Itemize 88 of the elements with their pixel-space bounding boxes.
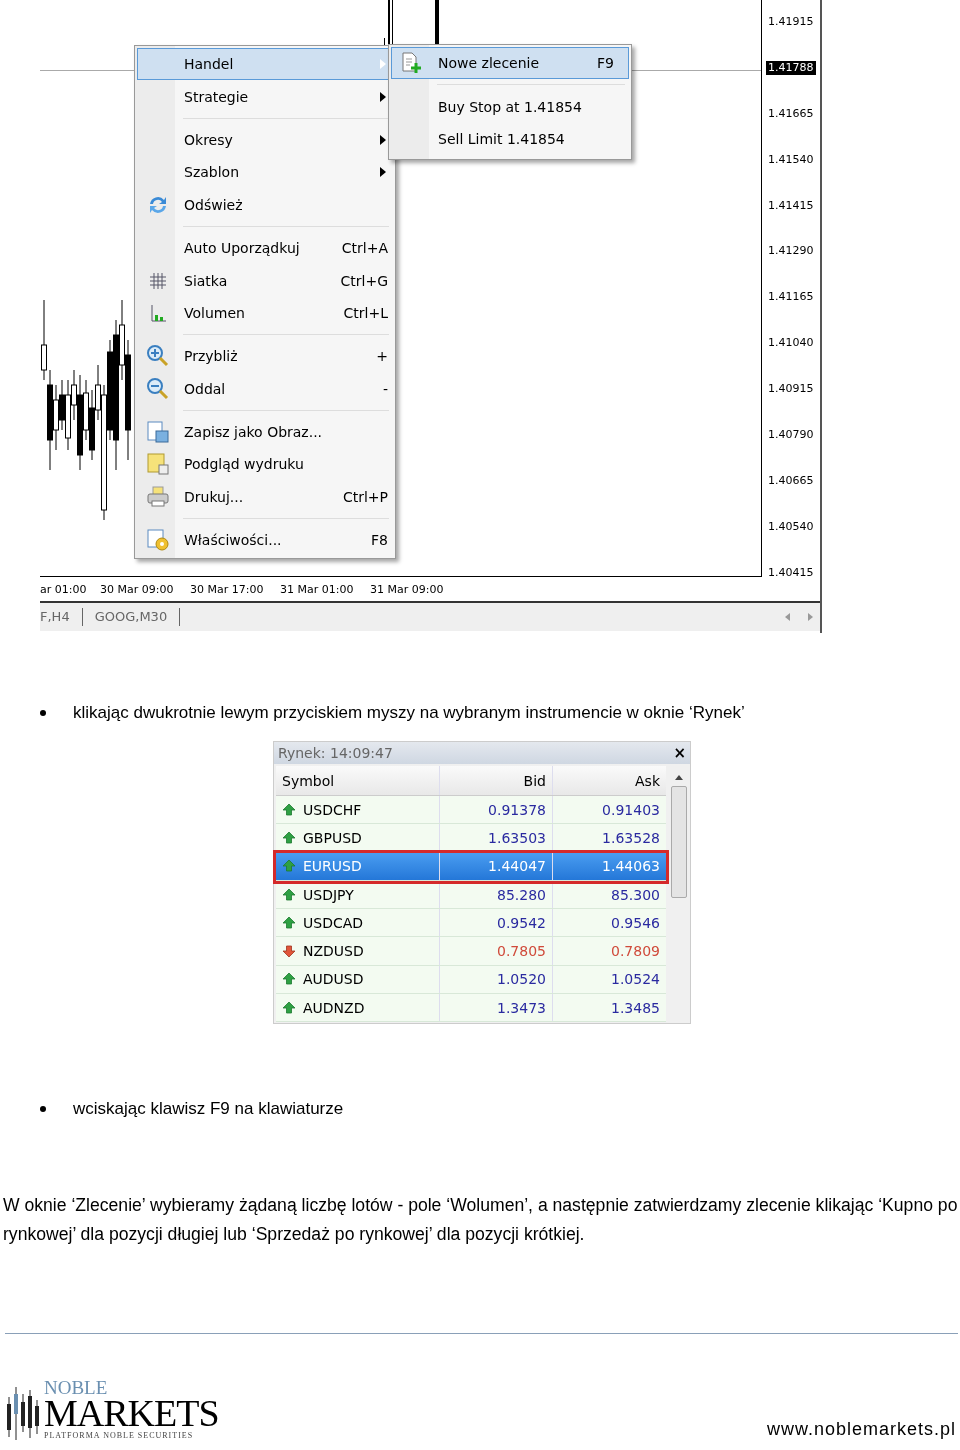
price-label: 1.41915 [767,15,815,29]
column-header[interactable]: Bid [440,766,553,795]
price-label: 1.40790 [767,428,815,442]
table-row[interactable]: AUDNZD 1.3473 1.3485 [276,994,666,1023]
table-cell: 0.91378 [440,796,553,824]
table-cell-text: 0.9546 [610,913,661,933]
table-cell-text: 1.0524 [610,970,661,990]
properties-icon [146,528,170,553]
table-cell: 1.44047 [440,852,553,880]
table-cell-text: 0.7809 [610,942,661,962]
bullet-text: wciskając klawisz F9 na klawiaturze [73,1099,344,1119]
menu-item[interactable]: Buy Stop at 1.41854 [391,90,629,123]
table-row[interactable]: USDCAD 0.9542 0.9546 [276,909,666,938]
menu-item[interactable]: Nowe zlecenie F9 [391,47,629,80]
printer-icon [146,484,170,509]
table-row[interactable]: GBPUSD 1.63503 1.63528 [276,824,666,853]
table-cell: USDCAD [276,909,440,937]
menu-item[interactable]: Volumen Ctrl+L [137,296,393,330]
zoom-out-icon [146,376,170,401]
website-link[interactable]: www.noblemarkets.pl [766,1419,956,1440]
bullet-icon [40,1106,46,1112]
table-row[interactable]: USDCHF 0.91378 0.91403 [276,796,666,825]
scroll-up-icon[interactable] [675,774,683,780]
menu-item[interactable]: Właściwości... F8 [137,524,393,557]
table-row[interactable]: NZDUSD 0.7805 0.7809 [276,937,666,966]
menu-item[interactable]: Auto Uporządkuj Ctrl+A [137,231,393,265]
logo-text: MARKETS [44,1394,219,1432]
price-label: 1.40415 [767,565,815,580]
table-cell-text: 85.300 [610,885,661,905]
bullet-icon [40,710,46,716]
price-label: 1.41290 [767,244,815,259]
scroll-arrows-icon[interactable] [784,611,814,623]
logo-text: NOBLE [44,1378,109,1397]
table-cell: NZDUSD [276,937,440,965]
menu-item[interactable]: Drukuj... Ctrl+P [137,480,393,514]
menu-item[interactable]: Przybliż + [137,340,393,373]
menu-item[interactable]: Zapisz jako Obraz... [137,415,393,449]
price-label: 1.40915 [767,382,815,397]
new-document-icon [400,51,424,76]
menu-item[interactable]: Podgląd wydruku [137,448,393,481]
save-image-icon [146,420,170,445]
price-label: 1.40665 [767,473,815,488]
grid-icon [148,270,168,291]
price-label: 1.41665 [767,106,815,121]
paragraph: W oknie ‘Zlecenie’ wybieramy żądaną liczbę lotów - pole ‘Wolumen’, a następnie zatwierdzamy zlecenie klikając ‘Kupno po rynkowej’ dla pozycji długiej lub ‘Sprzedaż po rynkowej’ dla pozycji krótkiej. [3,1194,959,1246]
price-label: 1.41540 [767,152,815,167]
table-cell: 0.9542 [440,909,553,937]
table-cell: 0.7805 [440,937,553,965]
current-price-label: 1.41788 [766,60,816,75]
logo-tagline: PLATFORMA NOBLE SECURITIES [44,1432,195,1440]
time-label: 31 Mar 01:00 [280,582,355,596]
table-cell: AUDUSD [276,965,440,994]
time-label: ar 01:00 [40,582,88,596]
table-row[interactable]: AUDUSD 1.0520 1.0524 [276,965,666,995]
chart-tab[interactable]: GOOG,M30 [82,608,181,626]
volume-chart-icon [148,302,168,323]
table-cell-text: 1.63528 [601,828,661,848]
bullet-text: klikając dwukrotnie lewym przyciskiem myszy na wybranym instrumencie w oknie ‘Rynek’ [73,703,745,723]
close-button[interactable]: × [673,744,686,762]
menu-item[interactable]: Odśwież [137,188,393,221]
price-label: 1.41415 [767,198,815,213]
table-cell: EURUSD [276,852,440,880]
table-cell: 1.0520 [440,965,553,994]
column-header[interactable]: Ask [553,766,666,795]
table-cell: 85.280 [440,880,553,909]
window-title: Rynek: 14:09:47 [278,745,393,761]
time-label: 30 Mar 17:00 [190,582,265,596]
menu-item[interactable]: Szablon [137,156,393,189]
print-preview-icon [146,452,170,477]
table-cell-text: 1.3485 [610,998,661,1018]
time-label: 31 Mar 09:00 [370,582,445,596]
column-header[interactable]: Symbol [276,766,440,795]
menu-item[interactable]: Siatka Ctrl+G [137,264,393,297]
price-label: 1.41165 [767,290,815,305]
chart-tab[interactable]: F,H4 [40,608,83,626]
menu-item[interactable]: Oddal - [137,372,393,405]
table-cell-text: 1.44063 [601,857,661,877]
time-label: 30 Mar 09:00 [100,582,175,596]
table-cell: 1.3473 [440,994,553,1022]
zoom-in-icon [146,344,170,369]
table-cell: USDJPY [276,880,440,909]
menu-item[interactable]: Sell Limit 1.41854 [391,122,629,156]
table-row[interactable]: EURUSD 1.44047 1.44063 [276,852,666,881]
table-cell-text: 0.91403 [601,800,661,820]
price-label: 1.40540 [767,519,815,534]
price-label: 1.41040 [767,336,815,351]
table-cell: AUDNZD [276,994,440,1022]
table-cell: USDCHF [276,796,440,824]
